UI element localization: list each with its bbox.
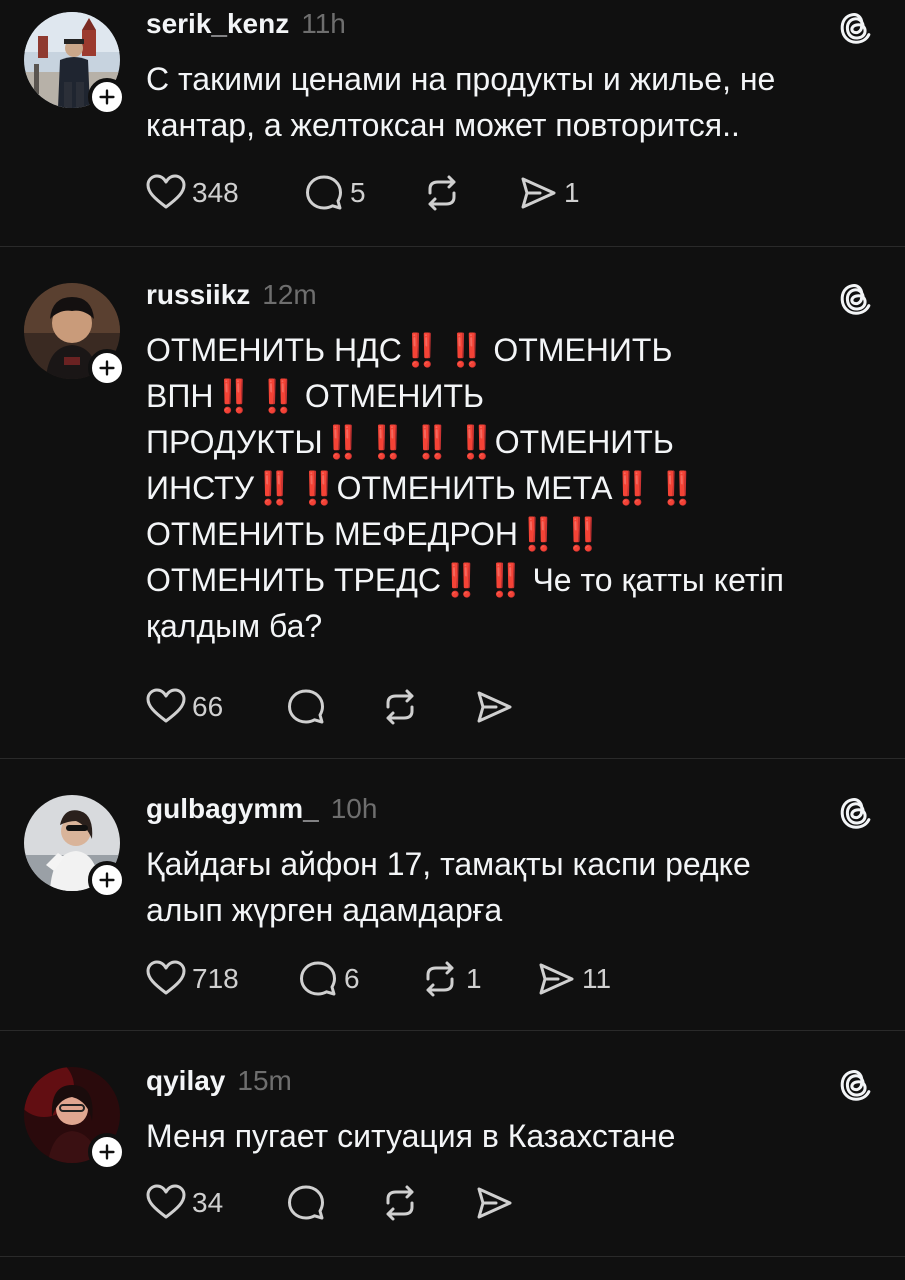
reply-button[interactable]: 5	[304, 173, 422, 213]
threads-logo-icon[interactable]	[837, 1066, 875, 1104]
reply-count: 5	[350, 177, 366, 208]
threads-logo-icon[interactable]	[837, 280, 875, 318]
share-count: 11	[582, 963, 612, 994]
post-text-segment: ОТМЕНИТЬ МЕТА	[336, 470, 613, 506]
follow-button[interactable]	[88, 861, 126, 899]
username[interactable]: gulbagymm_	[146, 793, 319, 825]
share-icon	[536, 959, 576, 999]
share-icon	[518, 173, 558, 213]
share-button[interactable]: 1	[518, 173, 580, 213]
repost-button[interactable]: 1	[420, 959, 536, 999]
post-text: Меня пугает ситуация в Казахстане	[146, 1118, 676, 1154]
thread-post[interactable]: russiikz 12m ОТМЕНИТЬ НДС‼️ ‼️ ОТМЕНИТЬ …	[0, 247, 905, 759]
reply-icon	[304, 173, 344, 213]
share-button[interactable]: 11	[536, 959, 611, 999]
double-exclamation-emoji: ‼️ ‼️	[612, 470, 697, 506]
repost-icon	[380, 1183, 420, 1223]
post-text: С такими ценами на продукты и жилье, не …	[146, 61, 776, 143]
post-time: 11h	[301, 8, 346, 39]
reply-button[interactable]	[286, 1183, 380, 1223]
like-button[interactable]: 34	[146, 1183, 286, 1223]
repost-count: 1	[466, 963, 482, 994]
post-text: ОТМЕНИТЬ НДС‼️ ‼️ ОТМЕНИТЬ ВПН‼️ ‼️ ОТМЕ…	[146, 327, 856, 649]
plus-icon	[96, 869, 118, 891]
like-count: 34	[192, 1187, 224, 1218]
like-button[interactable]: 66	[146, 687, 286, 727]
repost-icon	[422, 173, 462, 213]
username[interactable]: serik_kenz	[146, 8, 289, 40]
follow-button[interactable]	[88, 78, 126, 116]
thread-post[interactable]: gulbagymm_ 10h Қайдағы айфон 17, тамақты…	[0, 759, 905, 1031]
double-exclamation-emoji: ‼️ ‼️	[441, 562, 526, 598]
post-time: 10h	[330, 793, 378, 824]
reply-icon	[286, 687, 326, 727]
plus-icon	[96, 1141, 118, 1163]
double-exclamation-emoji: ‼️ ‼️	[517, 516, 603, 552]
share-button[interactable]	[474, 1183, 514, 1223]
threads-logo-icon[interactable]	[837, 9, 875, 47]
username[interactable]: russiikz	[146, 279, 250, 311]
like-count: 718	[192, 963, 239, 994]
follow-button[interactable]	[88, 1133, 126, 1171]
post-text-segment: ОТМЕНИТЬ НДС	[146, 332, 402, 368]
double-exclamation-emoji: ‼️ ‼️ ‼️ ‼️	[322, 424, 497, 460]
thread-post[interactable]: qyilay 15m Меня пугает ситуация в Казахс…	[0, 1031, 905, 1257]
repost-icon	[420, 959, 460, 999]
reply-icon	[298, 959, 338, 999]
thread-post[interactable]: serik_kenz 11h С такими ценами на продук…	[0, 0, 905, 247]
heart-icon	[146, 1183, 186, 1223]
like-button[interactable]: 348	[146, 173, 304, 213]
like-count: 66	[192, 691, 224, 722]
repost-button[interactable]	[380, 687, 474, 727]
share-icon	[474, 687, 514, 727]
post-text-segment: ОТМЕНИТЬ МЕФЕДРОН	[146, 516, 518, 552]
repost-icon	[380, 687, 420, 727]
share-icon	[474, 1183, 514, 1223]
reply-button[interactable]	[286, 687, 380, 727]
share-button[interactable]	[474, 687, 514, 727]
heart-icon	[146, 687, 186, 727]
heart-icon	[146, 173, 186, 213]
threads-logo-icon[interactable]	[837, 794, 875, 832]
double-exclamation-emoji: ‼️ ‼️	[254, 470, 339, 506]
double-exclamation-emoji: ‼️ ‼️	[213, 378, 298, 414]
reply-icon	[286, 1183, 326, 1223]
plus-icon	[96, 86, 118, 108]
like-button[interactable]: 718	[146, 959, 298, 999]
follow-button[interactable]	[88, 349, 126, 387]
share-count: 1	[564, 177, 580, 208]
double-exclamation-emoji: ‼️ ‼️	[401, 332, 487, 368]
post-text-segment: ОТМЕНИТЬ ТРЕДС	[146, 562, 441, 598]
plus-icon	[96, 357, 118, 379]
repost-button[interactable]	[422, 173, 518, 213]
username[interactable]: qyilay	[146, 1065, 225, 1097]
repost-button[interactable]	[380, 1183, 474, 1223]
post-text: Қайдағы айфон 17, тамақты каспи редке ал…	[146, 846, 751, 928]
heart-icon	[146, 959, 186, 999]
post-time: 15m	[237, 1065, 292, 1096]
like-count: 348	[192, 177, 239, 208]
post-time: 12m	[262, 279, 317, 310]
reply-count: 6	[344, 963, 360, 994]
reply-button[interactable]: 6	[298, 959, 420, 999]
